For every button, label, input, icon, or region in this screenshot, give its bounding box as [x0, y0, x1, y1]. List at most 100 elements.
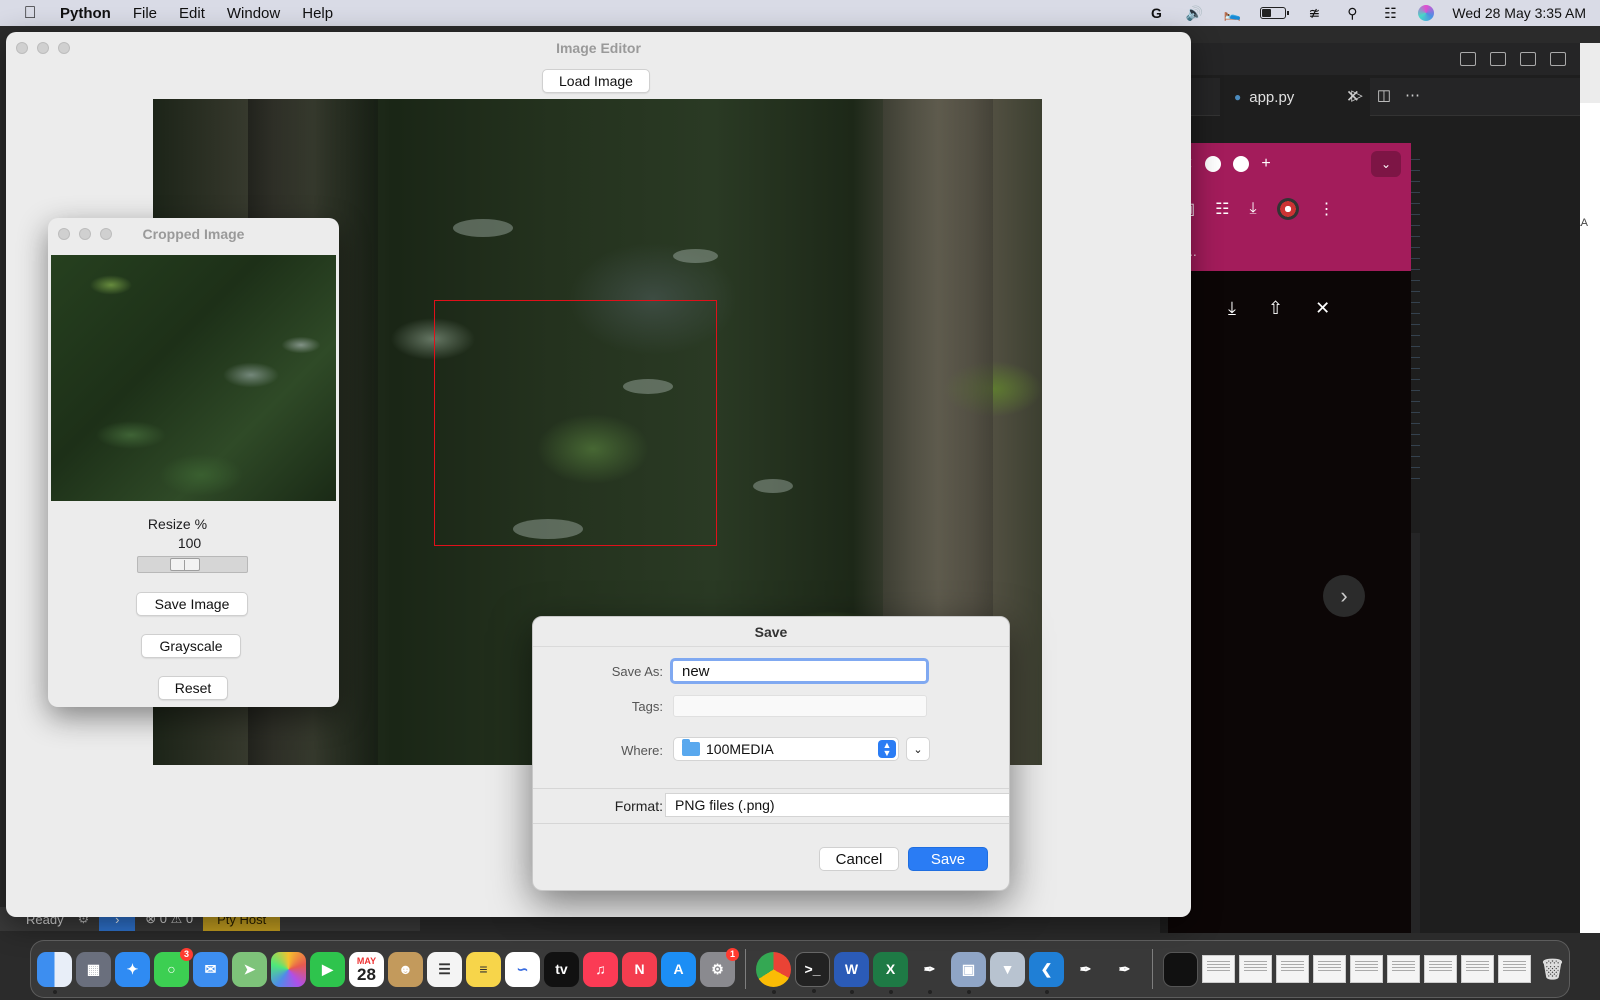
terminal-icon[interactable]: >_ — [795, 951, 830, 993]
finder-icon[interactable] — [37, 951, 72, 994]
menubar-clock[interactable]: Wed 28 May 3:35 AM — [1452, 5, 1586, 21]
document-thumbnail[interactable] — [1239, 955, 1272, 983]
resize-slider[interactable] — [137, 556, 248, 573]
close-icon[interactable]: ✕ — [1315, 298, 1330, 319]
cropped-window-titlebar[interactable]: Cropped Image — [48, 218, 339, 250]
document-thumbnail[interactable] — [1350, 955, 1383, 983]
tab-search-icon[interactable]: ⌄ — [1371, 151, 1401, 177]
more-actions-icon[interactable]: ⋯ — [1405, 86, 1420, 104]
save-image-button[interactable]: Save Image — [136, 592, 248, 616]
zoom-window-button[interactable] — [100, 228, 112, 240]
image-editor-titlebar[interactable]: Image Editor — [6, 32, 1191, 64]
notes-icon[interactable]: ≡ — [466, 951, 501, 987]
news-icon[interactable]: N — [622, 951, 657, 987]
extensions-icon[interactable]: ☷ — [1215, 199, 1229, 219]
photos-icon[interactable] — [271, 951, 306, 987]
installer-icon[interactable]: ▼ — [990, 951, 1025, 987]
document-thumbnail[interactable] — [1387, 955, 1420, 983]
freeform-icon[interactable]: ∽ — [505, 951, 540, 987]
share-icon[interactable]: ⇧ — [1268, 298, 1283, 319]
save-button[interactable]: Save — [908, 847, 988, 871]
battery-icon[interactable] — [1260, 7, 1290, 19]
excel-icon[interactable]: X — [873, 951, 908, 994]
cancel-button[interactable]: Cancel — [819, 847, 899, 871]
bookmark-item[interactable]: sic... — [1168, 233, 1411, 271]
menu-window[interactable]: Window — [216, 5, 291, 22]
app-store-icon[interactable]: A — [661, 951, 696, 987]
app-menu[interactable]: Python — [60, 5, 122, 22]
window-title: Image Editor — [556, 40, 641, 56]
secondary-sidebar-icon[interactable] — [1550, 52, 1566, 66]
editor-tab-app-py[interactable]: ● app.py ✕ — [1220, 78, 1370, 116]
chrome-icon[interactable] — [756, 951, 791, 994]
control-center-icon[interactable]: ☷ — [1380, 5, 1400, 21]
minimized-window-thumbnail[interactable] — [1163, 951, 1198, 987]
load-image-button[interactable]: Load Image — [542, 69, 650, 93]
save-as-input[interactable] — [670, 658, 929, 684]
crop-selection-rectangle[interactable] — [434, 300, 717, 546]
apple-menu-icon[interactable]:  — [0, 3, 60, 23]
apple-tv-icon[interactable]: tv — [544, 951, 579, 987]
more-menu-icon[interactable]: ⋮ — [1319, 199, 1335, 219]
download-icon[interactable]: ⤓ — [1249, 200, 1256, 218]
reset-button[interactable]: Reset — [158, 676, 228, 700]
maps-icon[interactable]: ➤ — [232, 951, 267, 987]
google-tab-icon[interactable] — [1233, 156, 1250, 172]
facetime-icon[interactable]: ▶ — [310, 951, 345, 987]
contacts-icon[interactable]: ☻ — [388, 951, 423, 987]
next-arrow-icon[interactable]: › — [1323, 575, 1365, 617]
save-dialog: Save Save As: Tags: Where: 100MEDIA ▲▼ ⌄… — [532, 616, 1010, 891]
python-app-icon[interactable]: ✒ — [1068, 952, 1103, 987]
zoom-window-button[interactable] — [58, 42, 70, 54]
tags-input[interactable] — [673, 695, 927, 717]
wifi-icon[interactable]: ≇ — [1304, 5, 1324, 21]
where-location-select[interactable]: 100MEDIA ▲ ▼ — [673, 737, 899, 761]
system-settings-icon[interactable]: ⚙ 1 — [700, 947, 739, 987]
reminders-icon[interactable]: ☰ — [427, 951, 462, 987]
layout-icon[interactable] — [1460, 52, 1476, 66]
safari-icon[interactable]: ✦ — [115, 951, 150, 987]
new-tab-icon[interactable]: + — [1261, 155, 1270, 173]
document-thumbnail[interactable] — [1202, 955, 1235, 983]
music-icon[interactable]: ♫ — [583, 951, 618, 987]
profile-avatar[interactable] — [1276, 198, 1299, 220]
save-icon[interactable]: ⤓ — [1228, 298, 1236, 319]
document-thumbnail[interactable] — [1424, 955, 1457, 983]
document-thumbnail[interactable] — [1313, 955, 1346, 983]
minimize-window-button[interactable] — [37, 42, 49, 54]
word-icon[interactable]: W — [834, 951, 869, 994]
launchpad-icon[interactable]: ▦ — [76, 951, 111, 987]
menu-edit[interactable]: Edit — [168, 5, 216, 22]
panel-toggle-icon[interactable] — [1520, 52, 1536, 66]
chrome-tab-icon[interactable] — [1205, 156, 1222, 172]
siri-icon[interactable] — [1418, 5, 1435, 21]
calendar-icon[interactable]: MAY 28 — [349, 951, 384, 987]
split-editor-icon[interactable]: ◫ — [1377, 86, 1391, 104]
document-thumbnail[interactable] — [1461, 955, 1494, 983]
close-window-button[interactable] — [58, 228, 70, 240]
document-thumbnail[interactable] — [1276, 955, 1309, 983]
volume-icon[interactable]: 🔊 — [1184, 5, 1204, 21]
resize-slider-thumb[interactable] — [170, 558, 200, 571]
sidebar-toggle-icon[interactable] — [1490, 52, 1506, 66]
vscode-icon[interactable]: ❮ — [1029, 951, 1064, 994]
grayscale-button[interactable]: Grayscale — [141, 634, 241, 658]
python-app-icon-2[interactable]: ✒ — [1107, 952, 1142, 987]
menu-file[interactable]: File — [122, 5, 168, 22]
messages-icon[interactable]: ○ 3 — [154, 947, 193, 987]
bed-icon[interactable]: 🛌 — [1222, 5, 1242, 21]
minimize-window-button[interactable] — [79, 228, 91, 240]
python-launcher-icon[interactable]: ✒ — [912, 952, 947, 994]
format-select[interactable]: PNG files (.png) — [665, 793, 1009, 817]
dialog-divider — [533, 823, 1009, 824]
search-icon[interactable]: ⚲ — [1342, 5, 1362, 21]
menu-help[interactable]: Help — [291, 5, 344, 22]
run-icon[interactable]: ▷ — [1351, 86, 1363, 104]
grammarly-icon[interactable]: G — [1146, 5, 1166, 21]
mail-icon[interactable]: ✉ — [193, 951, 228, 987]
expand-dialog-button[interactable]: ⌄ — [906, 737, 930, 761]
document-thumbnail[interactable] — [1498, 955, 1531, 983]
close-window-button[interactable] — [16, 42, 28, 54]
trash-icon[interactable]: 🗑 — [1535, 952, 1570, 987]
preview-icon[interactable]: ▣ — [951, 951, 986, 994]
